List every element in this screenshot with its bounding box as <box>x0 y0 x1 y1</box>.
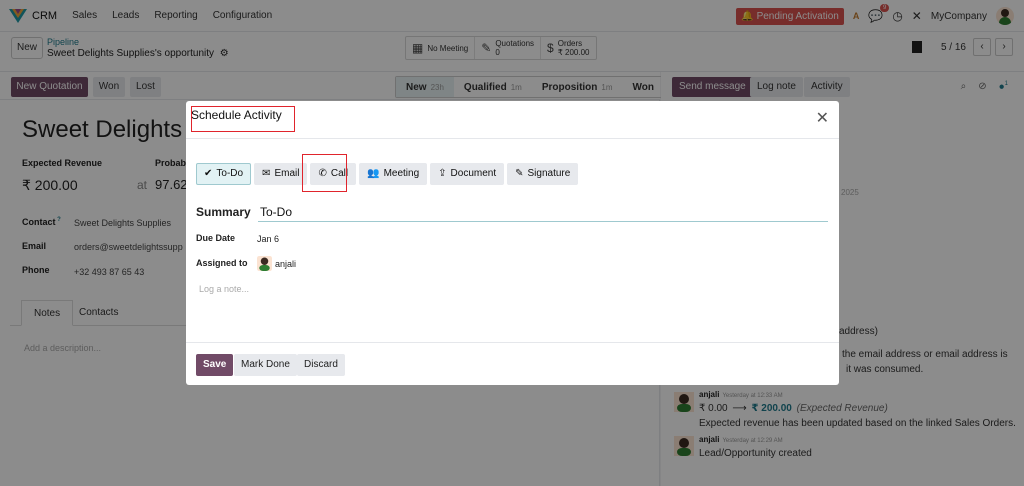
mark-done-button[interactable]: Mark Done <box>234 354 297 376</box>
summary-label: Summary <box>196 205 251 219</box>
check-icon: ✔ <box>204 168 213 179</box>
note-field[interactable]: Log a note... <box>199 284 249 294</box>
due-date-field[interactable]: Jan 6 <box>257 234 279 244</box>
activity-type-label: Signature <box>527 168 571 179</box>
activity-type-document[interactable]: ⇪ Document <box>430 163 505 185</box>
activity-type-meeting[interactable]: 👥 Meeting <box>359 163 428 185</box>
activity-type-selector: ✔ To-Do ✉ Email ✆ Call 👥 Meeting ⇪ Document ✎… <box>196 163 579 185</box>
user-avatar <box>257 256 272 271</box>
activity-type-email[interactable]: ✉ Email <box>254 163 308 185</box>
assigned-to-field[interactable]: anjali <box>257 256 296 271</box>
dialog-title: Schedule Activity <box>191 108 282 122</box>
assigned-to-label: Assigned to <box>196 258 248 268</box>
activity-type-label: Document <box>450 168 497 179</box>
call-highlight-box <box>302 154 347 192</box>
envelope-icon: ✉ <box>262 168 271 179</box>
users-icon: 👥 <box>367 168 380 179</box>
close-icon[interactable]: ✕ <box>816 111 829 127</box>
upload-icon: ⇪ <box>438 168 447 179</box>
activity-type-label: To-Do <box>216 168 244 179</box>
activity-type-label: Meeting <box>383 168 420 179</box>
discard-button[interactable]: Discard <box>297 354 345 376</box>
assigned-user-name: anjali <box>275 258 297 269</box>
schedule-activity-dialog: Schedule Activity ✕ ✔ To-Do ✉ Email ✆ Call … <box>186 101 839 385</box>
summary-input[interactable] <box>258 202 828 222</box>
dialog-footer: Save Mark Done Discard <box>186 342 839 385</box>
activity-type-signature[interactable]: ✎ Signature <box>507 163 579 185</box>
due-date-label: Due Date <box>196 233 236 243</box>
dialog-header: Schedule Activity ✕ <box>186 101 839 139</box>
activity-type-label: Email <box>274 168 300 179</box>
save-button[interactable]: Save <box>196 354 234 376</box>
pencil-square-icon: ✎ <box>515 168 524 179</box>
activity-type-todo[interactable]: ✔ To-Do <box>196 163 252 185</box>
